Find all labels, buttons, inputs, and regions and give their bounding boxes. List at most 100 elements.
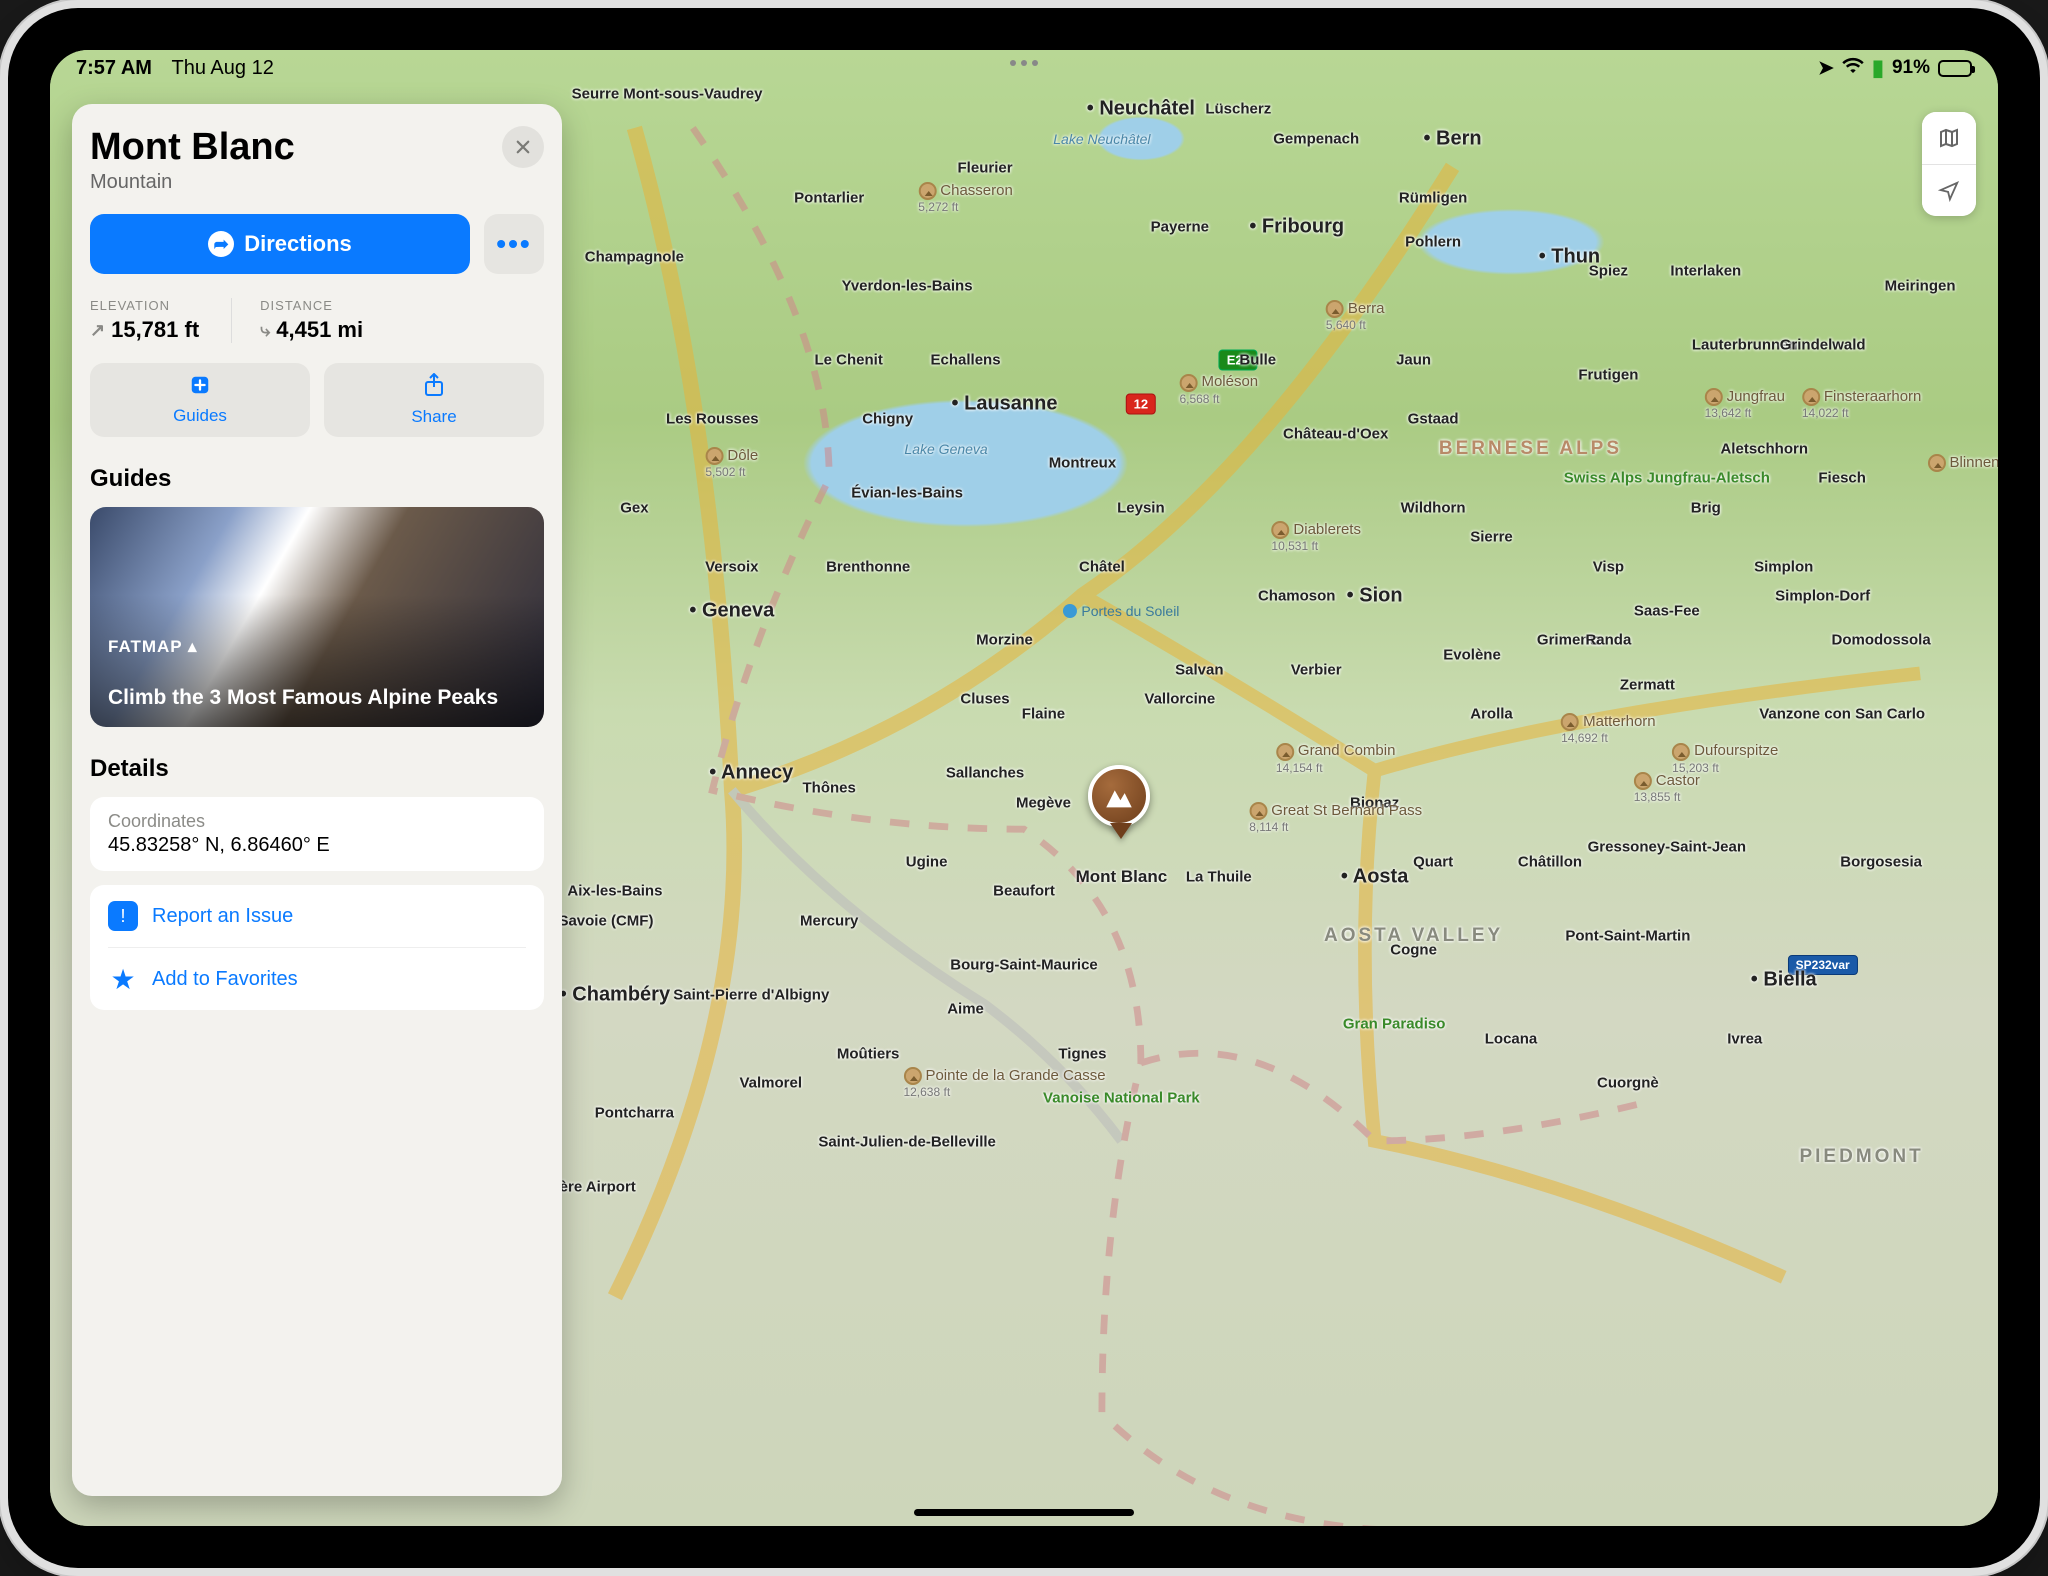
city-meiringen[interactable]: Meiringen [1885, 278, 1956, 295]
city-saas-fee[interactable]: Saas-Fee [1634, 602, 1700, 619]
add-to-guides-button[interactable]: Guides [90, 363, 310, 437]
peak-chasseron[interactable]: Chasseron5,272 ft [918, 182, 1013, 214]
city-zermatt[interactable]: Zermatt [1620, 676, 1675, 693]
city-saint-pierre-d-albigny[interactable]: Saint-Pierre d'Albigny [673, 986, 829, 1003]
city--vian-les-bains[interactable]: Évian-les-Bains [851, 484, 963, 501]
city-aletschhorn[interactable]: Aletschhorn [1720, 440, 1808, 457]
home-indicator[interactable] [914, 1509, 1134, 1516]
city-yverdon-les-bains[interactable]: Yverdon-les-Bains [842, 278, 973, 295]
share-button[interactable]: Share [324, 363, 544, 437]
city-th-nes[interactable]: Thônes [803, 780, 856, 797]
peak-pointe-de-la-grande-casse[interactable]: Pointe de la Grande Casse12,638 ft [903, 1067, 1105, 1099]
city-bern[interactable]: • Bern [1423, 127, 1481, 150]
city-pontcharra[interactable]: Pontcharra [595, 1104, 674, 1121]
city-wildhorn[interactable]: Wildhorn [1401, 499, 1466, 516]
city-pontarlier[interactable]: Pontarlier [794, 189, 864, 206]
city-brig[interactable]: Brig [1691, 499, 1721, 516]
more-actions-button[interactable]: ••• [484, 214, 544, 274]
peak-castor[interactable]: Castor13,855 ft [1634, 772, 1700, 804]
city-gstaad[interactable]: Gstaad [1408, 411, 1459, 428]
map-mode-button[interactable] [1922, 112, 1976, 164]
city-aix-les-bains[interactable]: Aix-les-Bains [567, 883, 662, 900]
city-visp[interactable]: Visp [1593, 558, 1624, 575]
city-cluses[interactable]: Cluses [960, 691, 1009, 708]
city-meg-ve[interactable]: Megève [1016, 794, 1071, 811]
city-vallorcine[interactable]: Vallorcine [1144, 691, 1215, 708]
city-spiez[interactable]: Spiez [1589, 263, 1628, 280]
city-chigny[interactable]: Chigny [862, 411, 913, 428]
peak-berra[interactable]: Berra5,640 ft [1326, 300, 1385, 332]
map-pin-mont-blanc[interactable] [1088, 765, 1154, 847]
city-echallens[interactable]: Echallens [931, 351, 1001, 368]
peak-great-st-bernard-pass[interactable]: Great St Bernard Pass8,114 ft [1249, 802, 1422, 834]
city-borgosesia[interactable]: Borgosesia [1840, 853, 1922, 870]
close-button[interactable] [502, 126, 544, 168]
city-fribourg[interactable]: • Fribourg [1249, 216, 1344, 239]
city-brenthonne[interactable]: Brenthonne [826, 558, 910, 575]
city-mont-sous-vaudrey[interactable]: Mont-sous-Vaudrey [623, 86, 762, 103]
locate-me-button[interactable] [1922, 164, 1976, 216]
directions-button[interactable]: ➦ Directions [90, 214, 470, 274]
city-verbier[interactable]: Verbier [1291, 661, 1342, 678]
poi-portes-du-soleil[interactable]: Portes du Soleil [1063, 603, 1179, 619]
city-cogne[interactable]: Cogne [1390, 942, 1437, 959]
city-sierre[interactable]: Sierre [1470, 529, 1513, 546]
peak-d-le[interactable]: Dôle5,502 ft [705, 447, 758, 479]
city-grindelwald[interactable]: Grindelwald [1780, 337, 1866, 354]
city-arolla[interactable]: Arolla [1470, 706, 1513, 723]
city-locana[interactable]: Locana [1485, 1030, 1538, 1047]
city-mo-tiers[interactable]: Moûtiers [837, 1045, 900, 1062]
city-pont-saint-martin[interactable]: Pont-Saint-Martin [1565, 927, 1690, 944]
city-frutigen[interactable]: Frutigen [1578, 366, 1638, 383]
city-randa[interactable]: Randa [1585, 632, 1631, 649]
city-aosta[interactable]: • Aosta [1341, 865, 1408, 888]
coordinates-panel[interactable]: Coordinates 45.83258° N, 6.86460° E [90, 797, 544, 871]
city-seurre[interactable]: Seurre [572, 86, 620, 103]
city-le-chenit[interactable]: Le Chenit [815, 351, 883, 368]
peak-diablerets[interactable]: Diablerets10,531 ft [1271, 521, 1361, 553]
city-salvan[interactable]: Salvan [1175, 661, 1223, 678]
city-ch-tillon[interactable]: Châtillon [1518, 853, 1582, 870]
city-gressoney-saint-jean[interactable]: Gressoney-Saint-Jean [1588, 839, 1746, 856]
city-neuch-tel[interactable]: • Neuchâtel [1087, 98, 1195, 121]
city-lausanne[interactable]: • Lausanne [952, 393, 1058, 416]
city-geneva[interactable]: • Geneva [689, 599, 774, 622]
city-bourg-saint-maurice[interactable]: Bourg-Saint-Maurice [950, 957, 1098, 974]
city-tignes[interactable]: Tignes [1058, 1045, 1106, 1062]
city-quart[interactable]: Quart [1413, 853, 1453, 870]
featured-guide-card[interactable]: FATMAP ▴ Climb the 3 Most Famous Alpine … [90, 507, 544, 727]
peak-blinnenhorn[interactable]: Blinnenhorn [1927, 454, 1998, 472]
city-l-scherz[interactable]: Lüscherz [1205, 101, 1271, 118]
city-les-rousses[interactable]: Les Rousses [666, 411, 759, 428]
city-saint-julien-de-belleville[interactable]: Saint-Julien-de-Belleville [818, 1134, 996, 1151]
city-sallanches[interactable]: Sallanches [946, 765, 1024, 782]
city-ch-teau-d-oex[interactable]: Château-d'Oex [1283, 425, 1388, 442]
city-annecy[interactable]: • Annecy [709, 762, 793, 785]
city-leysin[interactable]: Leysin [1117, 499, 1165, 516]
city-morzine[interactable]: Morzine [976, 632, 1033, 649]
city-mercury[interactable]: Mercury [800, 912, 858, 929]
peak-finsteraarhorn[interactable]: Finsteraarhorn14,022 ft [1802, 388, 1922, 420]
report-issue-row[interactable]: ! Report an Issue [108, 885, 526, 947]
city-r-mligen[interactable]: Rümligen [1399, 189, 1467, 206]
city-aime[interactable]: Aime [947, 1001, 984, 1018]
city-biella[interactable]: • Biella [1751, 968, 1817, 991]
city-gex[interactable]: Gex [620, 499, 648, 516]
city-jaun[interactable]: Jaun [1396, 351, 1431, 368]
city-sion[interactable]: • Sion [1347, 585, 1403, 608]
city-domodossola[interactable]: Domodossola [1832, 632, 1931, 649]
city-chamb-ry[interactable]: • Chambéry [560, 983, 670, 1006]
peak-dufourspitze[interactable]: Dufourspitze15,203 ft [1672, 742, 1778, 774]
city-simplon-dorf[interactable]: Simplon-Dorf [1775, 588, 1870, 605]
peak-mol-son[interactable]: Moléson6,568 ft [1179, 373, 1258, 405]
city-cuorgn-[interactable]: Cuorgnè [1597, 1075, 1659, 1092]
place-card[interactable]: Mont Blanc Mountain ➦ Directions ••• [72, 104, 562, 1496]
city-la-thuile[interactable]: La Thuile [1186, 868, 1252, 885]
peak-grand-combin[interactable]: Grand Combin14,154 ft [1276, 742, 1396, 774]
add-favorite-row[interactable]: ★ Add to Favorites [108, 947, 526, 1010]
city-ivrea[interactable]: Ivrea [1727, 1030, 1762, 1047]
city-versoix[interactable]: Versoix [705, 558, 758, 575]
city-interlaken[interactable]: Interlaken [1670, 263, 1741, 280]
peak-jungfrau[interactable]: Jungfrau13,642 ft [1705, 388, 1785, 420]
city-pohlern[interactable]: Pohlern [1405, 233, 1461, 250]
